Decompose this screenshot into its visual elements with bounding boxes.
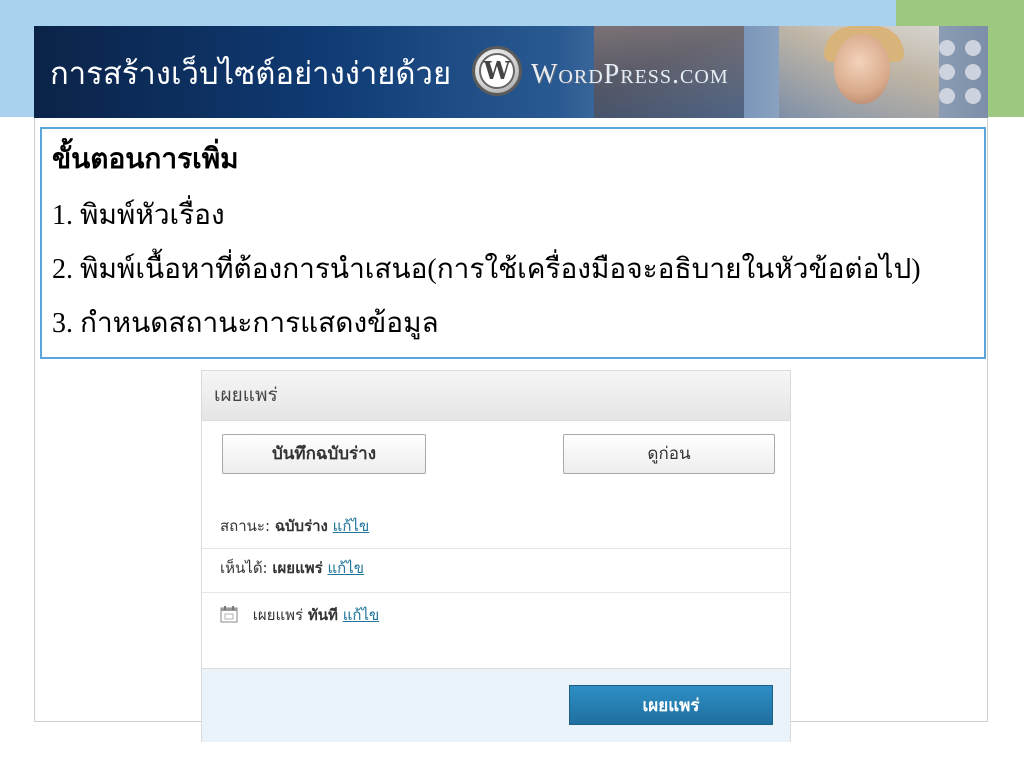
- visibility-label: เห็นได้:: [220, 559, 268, 577]
- save-draft-button[interactable]: บันทึกฉบับร่าง: [222, 434, 426, 474]
- publish-widget-title: เผยแพร่: [214, 384, 278, 406]
- preview-button[interactable]: ดูก่อน: [563, 434, 775, 474]
- status-label: สถานะ:: [220, 517, 271, 535]
- publish-widget-footer: เผยแพร่: [202, 668, 790, 742]
- page-title: การสร้างเว็บไซต์อย่างง่ายด้วย: [50, 56, 452, 91]
- step-item: 3. กำหนดสถานะการแสดงข้อมูล: [52, 308, 439, 339]
- schedule-label: เผยแพร่: [252, 606, 304, 624]
- header-banner: การสร้างเว็บไซต์อย่างง่ายด้วย W WordPres…: [34, 26, 988, 118]
- schedule-edit-link[interactable]: แก้ไข: [343, 606, 380, 624]
- publish-button[interactable]: เผยแพร่: [569, 685, 773, 725]
- step-item: 2. พิมพ์เนื้อหาที่ต้องการนำเสนอ(การใช้เค…: [52, 254, 921, 285]
- schedule-value: ทันที: [307, 606, 338, 624]
- status-value: ฉบับร่าง: [274, 517, 328, 535]
- wordpress-logo-letter: W: [479, 53, 515, 89]
- publish-widget: เผยแพร่ บันทึกฉบับร่าง ดูก่อน สถานะ: ฉบั…: [201, 370, 791, 742]
- steps-panel: ขั้นตอนการเพิ่ม 1. พิมพ์หัวเรื่อง 2. พิม…: [40, 127, 986, 359]
- steps-title: ขั้นตอนการเพิ่ม: [52, 144, 239, 175]
- calendar-icon: [220, 606, 238, 623]
- schedule-row: เผยแพร่ ทันที แก้ไข: [202, 604, 790, 634]
- publish-widget-header: เผยแพร่: [202, 371, 790, 421]
- banner-photo-face: [834, 34, 890, 104]
- step-item: 1. พิมพ์หัวเรื่อง: [52, 200, 225, 231]
- status-edit-link[interactable]: แก้ไข: [333, 517, 370, 535]
- visibility-edit-link[interactable]: แก้ไข: [328, 559, 365, 577]
- status-row: สถานะ: ฉบับร่าง แก้ไข: [202, 515, 790, 549]
- visibility-value: เผยแพร่: [272, 559, 323, 577]
- banner-dots-decor: [939, 40, 988, 104]
- wordpress-brand-text: WordPress.com: [531, 59, 729, 90]
- wordpress-logo-icon: W: [472, 46, 522, 96]
- visibility-row: เห็นได้: เผยแพร่ แก้ไข: [202, 557, 790, 593]
